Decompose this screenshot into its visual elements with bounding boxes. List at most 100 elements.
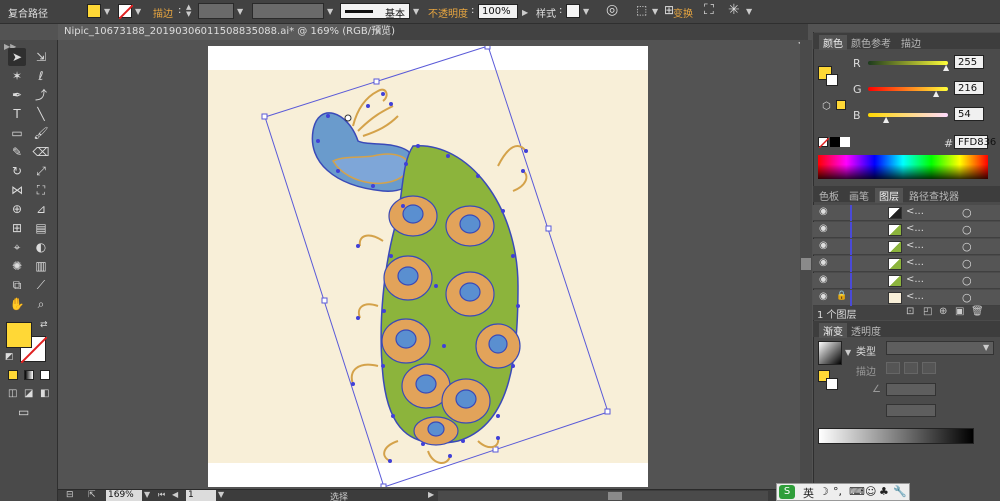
stroke-weight-input[interactable] <box>198 3 234 19</box>
transform-each-icon[interactable]: ✳ <box>728 2 740 18</box>
delete-layer-icon[interactable]: 🗑 <box>971 306 984 317</box>
gradient-preview[interactable] <box>818 341 842 365</box>
curvature-tool-icon[interactable]: ⤴ <box>32 86 50 104</box>
b-channel-input[interactable]: 54 <box>954 107 984 121</box>
tab-stroke[interactable]: 描边 <box>901 35 921 50</box>
transform-label[interactable]: 变换 <box>673 5 693 20</box>
scale-tool-icon[interactable]: ⤢ <box>32 162 50 180</box>
color-mode-icon[interactable] <box>8 370 18 380</box>
ime-language-icon[interactable]: 英 <box>803 485 814 501</box>
layer-row[interactable]: ◉ <... ○ <box>813 222 1000 238</box>
hex-input[interactable]: FFD836 <box>954 135 996 149</box>
none-mode-icon[interactable] <box>40 370 50 380</box>
layer-row[interactable]: ◉ <... ○ <box>813 273 1000 289</box>
target-icon[interactable]: ○ <box>962 257 972 270</box>
tab-color-guide[interactable]: 颜色参考 <box>851 35 891 50</box>
export-icon[interactable]: ⇱ <box>88 490 96 500</box>
brush-dropdown[interactable]: 基本 <box>340 3 410 20</box>
layer-name[interactable]: <... <box>906 257 924 268</box>
chevron-down-icon[interactable]: ▼ <box>237 7 243 16</box>
variable-width-dropdown[interactable] <box>252 3 324 19</box>
chevron-down-icon[interactable]: ▼ <box>104 7 110 16</box>
eye-icon[interactable]: ◉ <box>819 240 828 251</box>
cube-warning-icon[interactable]: ⬡ <box>822 101 831 112</box>
lock-icon[interactable]: 🔒 <box>836 291 847 301</box>
layer-name[interactable]: <... <box>906 206 924 217</box>
pen-tool-icon[interactable]: ✒ <box>8 86 26 104</box>
target-icon[interactable]: ○ <box>962 274 972 287</box>
magic-wand-tool-icon[interactable]: ✶ <box>8 67 26 85</box>
draw-behind-icon[interactable]: ◪ <box>24 388 33 399</box>
rotate-tool-icon[interactable]: ↻ <box>8 162 26 180</box>
color-panel-stroke-box[interactable] <box>826 74 838 86</box>
layer-name[interactable]: <... <box>906 291 924 302</box>
gradient-slider[interactable] <box>818 428 974 444</box>
ime-logo-icon[interactable]: S <box>779 485 795 499</box>
line-tool-icon[interactable]: ╲ <box>32 105 50 123</box>
artboard-number-input[interactable]: 1 <box>186 490 216 501</box>
tab-pathfinder[interactable]: 路径查找器 <box>909 188 959 203</box>
layer-row[interactable]: ◉ 🔒 <... ○ <box>813 290 1000 306</box>
black-swatch[interactable] <box>830 137 840 147</box>
eye-icon[interactable]: ◉ <box>819 257 828 268</box>
bounding-box-handle[interactable] <box>484 46 491 50</box>
pencil-tool-icon[interactable]: ✎ <box>8 143 26 161</box>
rectangle-tool-icon[interactable]: ▭ <box>8 124 26 142</box>
style-swatch[interactable] <box>566 4 580 18</box>
artboard-nav-icon[interactable]: ⊟ <box>66 490 74 500</box>
ime-skin-icon[interactable]: ♣ <box>879 485 889 498</box>
none-color-swatch[interactable] <box>818 137 830 149</box>
status-arrow-icon[interactable]: ▶ <box>428 490 434 499</box>
peacock-artwork[interactable] <box>208 46 648 487</box>
gradient-type-dropdown[interactable]: ▼ <box>886 341 994 355</box>
stroke-swatch[interactable] <box>118 4 134 20</box>
slider-thumb-icon[interactable]: ▲ <box>933 89 939 98</box>
fill-color-box[interactable] <box>6 322 32 348</box>
target-icon[interactable]: ○ <box>962 240 972 253</box>
gradient-stroke-box[interactable] <box>826 378 838 390</box>
perspective-grid-tool-icon[interactable]: ⊿ <box>32 200 50 218</box>
eye-icon[interactable]: ◉ <box>819 291 828 302</box>
paintbrush-tool-icon[interactable]: 🖌 <box>32 124 50 142</box>
blend-tool-icon[interactable]: ◐ <box>32 238 50 256</box>
color-spectrum[interactable] <box>818 155 988 179</box>
tab-color[interactable]: 颜色 <box>819 35 847 50</box>
closest-color-swatch[interactable] <box>836 100 846 110</box>
artboard-tool-icon[interactable]: ⧉ <box>8 276 26 294</box>
stroke-weight-stepper[interactable]: ▲ ▼ <box>186 4 196 19</box>
chevron-down-icon[interactable]: ▼ <box>413 7 419 16</box>
document-tab[interactable]: Nipic_10673188_20190306011508835088.ai* … <box>58 24 395 40</box>
bounding-box-handle[interactable] <box>261 113 268 120</box>
target-icon[interactable]: ○ <box>962 223 972 236</box>
layer-row[interactable]: ◉ <... ○ <box>813 239 1000 255</box>
eye-icon[interactable]: ◉ <box>819 206 828 217</box>
g-channel-input[interactable]: 216 <box>954 81 984 95</box>
chevron-right-icon[interactable]: ▶ <box>522 8 528 17</box>
eye-icon[interactable]: ◉ <box>819 223 828 234</box>
draw-inside-icon[interactable]: ◧ <box>40 388 49 399</box>
layer-name[interactable]: <... <box>906 223 924 234</box>
zoom-input[interactable]: 169% <box>106 490 142 501</box>
tab-brushes[interactable]: 画笔 <box>849 188 869 203</box>
eraser-tool-icon[interactable]: ⌫ <box>32 143 50 161</box>
chevron-down-icon[interactable]: ▼ <box>583 7 589 16</box>
recolor-icon[interactable]: ◎ <box>606 2 618 18</box>
tab-gradient[interactable]: 渐变 <box>819 323 847 338</box>
canvas-vertical-scrollbar[interactable] <box>800 40 812 489</box>
chevron-down-icon[interactable]: ▼ <box>652 7 658 16</box>
bounding-box-handle[interactable] <box>604 408 611 415</box>
fill-swatch[interactable] <box>87 4 101 18</box>
prev-artboard-icon[interactable]: ◀ <box>172 490 178 499</box>
r-channel-slider[interactable] <box>868 61 948 65</box>
selection-tool-icon[interactable]: ➤ <box>8 48 26 66</box>
width-tool-icon[interactable]: ⋈ <box>8 181 26 199</box>
ime-tools-icon[interactable]: 🔧 <box>893 485 907 498</box>
chevron-down-icon[interactable]: ▼ <box>218 490 224 499</box>
type-tool-icon[interactable]: T <box>8 105 26 123</box>
bounding-box-handle[interactable] <box>321 297 328 304</box>
locate-object-icon[interactable]: ⊡ <box>906 306 914 317</box>
align-icon[interactable]: ⬚ <box>636 3 647 17</box>
r-channel-input[interactable]: 255 <box>954 55 984 69</box>
scrollbar-thumb[interactable] <box>608 492 622 500</box>
swap-colors-icon[interactable]: ⇄ <box>40 320 48 330</box>
